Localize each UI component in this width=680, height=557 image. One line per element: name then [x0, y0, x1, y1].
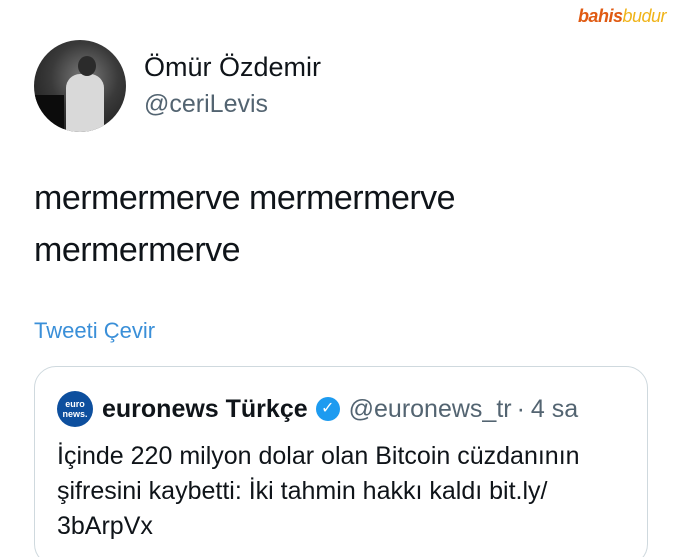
verified-badge-icon: ✓ — [315, 397, 340, 421]
avatar[interactable] — [34, 40, 126, 132]
euronews-logo-icon[interactable]: euro news. — [57, 391, 93, 427]
user-handle[interactable]: @ceriLevis — [144, 86, 321, 122]
watermark-logo: bahis budur — [577, 6, 667, 27]
quoted-tweet-card[interactable]: euro news. euronews Türkçe ✓ @euronews_t… — [34, 366, 648, 557]
author-info: Ömür Özdemir @ceriLevis — [144, 50, 321, 122]
watermark-part2: budur — [622, 6, 666, 26]
quoted-tweet-header: euro news. euronews Türkçe ✓ @euronews_t… — [57, 391, 578, 427]
separator-dot: · — [516, 394, 525, 423]
quoted-tweet-text: İçinde 220 milyon dolar olan Bitcoin cüz… — [57, 439, 637, 544]
quoted-timestamp[interactable]: 4 sa — [531, 395, 578, 424]
quoted-text-line: 3bArpVx — [57, 512, 153, 540]
tweet-screenshot: bahis budur Ömür Özdemir @ceriLevis merm… — [0, 0, 680, 557]
display-name[interactable]: Ömür Özdemir — [144, 50, 321, 84]
quoted-user-handle[interactable]: @euronews_tr — [349, 395, 512, 424]
quoted-text-line: şifresini kaybetti: İki tahmin hakkı kal… — [57, 477, 548, 505]
quoted-text-line: İçinde 220 milyon dolar olan Bitcoin cüz… — [57, 442, 580, 470]
tweet-text: mermermerve mermermerve mermermerve — [34, 172, 644, 276]
tweet-text-line: mermermerve mermermerve — [34, 179, 456, 217]
translate-tweet-link[interactable]: Tweeti Çevir — [34, 318, 155, 344]
tweet-text-line: mermermerve — [34, 231, 241, 269]
quoted-display-name[interactable]: euronews Türkçe — [102, 395, 308, 424]
watermark-part1: bahis — [577, 6, 623, 26]
tweet-header: Ömür Özdemir @ceriLevis — [34, 40, 321, 132]
